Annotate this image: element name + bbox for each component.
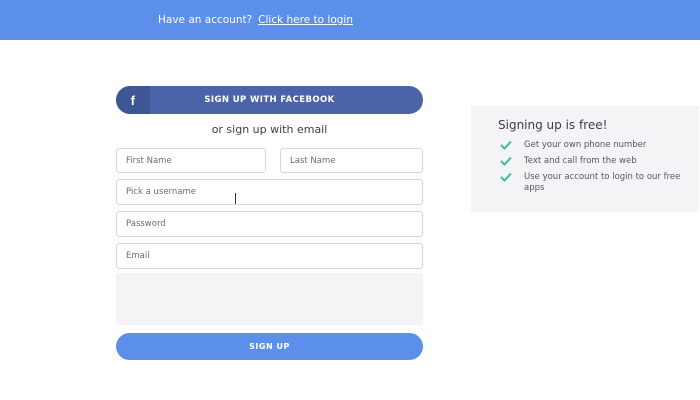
email-signup-divider: or sign up with email — [211, 123, 328, 136]
login-link[interactable]: Click here to login — [258, 14, 353, 26]
first-name-placeholder: First Name — [126, 155, 172, 166]
benefit-text: Text and call from the web — [524, 156, 637, 166]
username-field[interactable]: Pick a username — [116, 179, 423, 205]
benefit-item: Get your own phone number — [498, 140, 687, 151]
facebook-signup-button[interactable]: f SIGN UP WITH FACEBOOK — [116, 86, 423, 114]
username-placeholder: Pick a username — [126, 187, 197, 197]
sign-up-button[interactable]: SIGN UP — [116, 333, 423, 360]
benefit-item: Use your account to login to our free ap… — [498, 172, 687, 194]
facebook-icon: f — [116, 86, 150, 114]
benefits-title: Signing up is free! — [498, 118, 608, 132]
last-name-placeholder: Last Name — [290, 155, 336, 166]
check-icon — [500, 156, 512, 166]
check-icon — [500, 172, 512, 182]
benefit-item: Text and call from the web — [498, 156, 687, 167]
benefit-text: Get your own phone number — [524, 140, 647, 150]
password-field[interactable]: Password — [116, 211, 423, 237]
check-icon — [500, 140, 512, 150]
account-prompt: Have an account? — [158, 14, 253, 26]
first-name-field[interactable]: First Name — [116, 148, 266, 173]
top-bar: Have an account? Click here to login — [0, 0, 700, 40]
password-placeholder: Password — [126, 219, 166, 229]
benefits-panel: Signing up is free! Get your own phone n… — [471, 106, 699, 212]
text-cursor — [235, 193, 236, 204]
email-placeholder: Email — [126, 251, 150, 261]
captcha-area[interactable] — [116, 273, 423, 325]
facebook-signup-label: SIGN UP WITH FACEBOOK — [204, 95, 335, 105]
email-field[interactable]: Email — [116, 243, 423, 269]
last-name-field[interactable]: Last Name — [280, 148, 423, 173]
benefit-text: Use your account to login to our free ap… — [524, 172, 681, 193]
